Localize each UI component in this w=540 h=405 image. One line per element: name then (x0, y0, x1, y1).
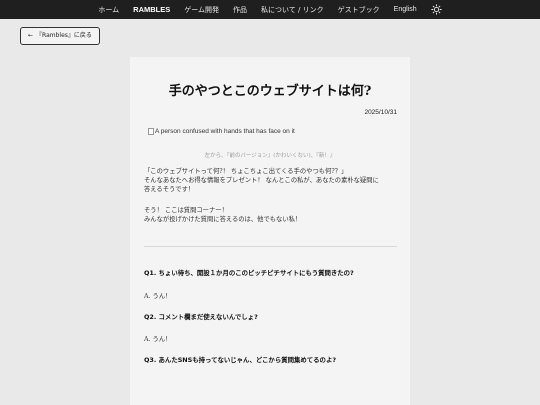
answer-2: A. うん！ (144, 336, 172, 343)
intro-line: そんなあなたへお得な情報をプレゼント！ なんとこの私が、あなたの素朴な疑問に (144, 177, 379, 184)
intro-line: みんなが投げかけた質問に答えるのは、他でもない私！ (144, 216, 302, 223)
nav-about-links[interactable]: 私について / リンク (261, 5, 324, 15)
broken-image-icon (148, 128, 154, 135)
image-alt-text: A person confused with hands that has fa… (155, 128, 295, 135)
intro-line: 「このウェブサイトって何?！ ちょこちょこ出てくる手のやつも何?？」 (144, 168, 348, 175)
back-button-label: 『Rambles』に戻る (36, 32, 92, 39)
intro-line: 答えるそうです！ (144, 186, 195, 193)
question-3: Q3. あんたSNSも持ってないじゃん、どこから質問集めてるのよ? (144, 356, 337, 364)
post-date: 2025/10/31 (364, 109, 397, 116)
intro-paragraph-2: そう！ ここは質問コーナー！ みんなが投げかけた質問に答えるのは、他でもない私！ (144, 206, 399, 224)
nav-home[interactable]: ホーム (98, 5, 119, 15)
nav-works[interactable]: 作品 (233, 5, 247, 15)
answer-1: A. うん！ (144, 293, 172, 300)
nav-english[interactable]: English (394, 6, 417, 13)
nav-game-dev[interactable]: ゲーム開発 (184, 5, 219, 15)
sun-icon[interactable] (430, 4, 442, 15)
divider (144, 246, 397, 247)
top-navigation: ホーム RAMBLES ゲーム開発 作品 私について / リンク ゲストブック … (0, 0, 540, 19)
page-title: 手のやつとこのウェブサイトは何? (168, 84, 372, 99)
back-to-rambles-button[interactable]: ← 『Rambles』に戻る (20, 27, 100, 45)
question-1: Q1. ちょい待ち、開設１か月のこのピッチピチサイトにもう質問きたの? (144, 269, 354, 277)
article-image: A person confused with hands that has fa… (148, 128, 295, 135)
intro-line: そう！ ここは質問コーナー！ (144, 207, 228, 214)
intro-paragraph: 「このウェブサイトって何?！ ちょこちょこ出てくる手のやつも何?？」 そんなあな… (144, 167, 399, 194)
question-2: Q2. コメント欄まだ使えないんでしょ? (144, 313, 258, 321)
nav-rambles[interactable]: RAMBLES (133, 5, 170, 14)
image-caption: 左から、『前のバージョン』(かわいくない)、『新！』 (204, 153, 336, 159)
nav-guestbook[interactable]: ゲストブック (338, 5, 380, 15)
back-arrow-icon: ← (28, 32, 34, 39)
